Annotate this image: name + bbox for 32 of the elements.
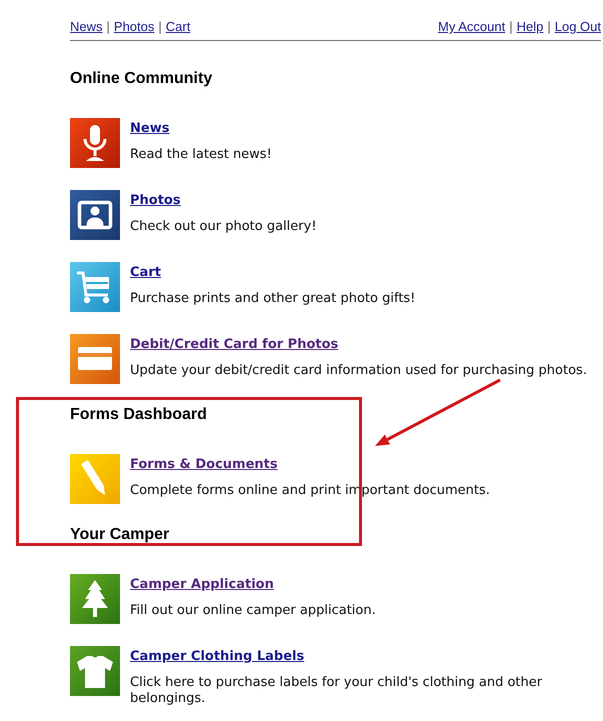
section-heading: Forms Dashboard	[70, 405, 208, 425]
item-title-link[interactable]: Forms & Documents	[130, 457, 278, 473]
microphone-icon[interactable]	[70, 118, 120, 168]
nav-separator: |	[509, 19, 513, 35]
nav-link[interactable]: Photos	[114, 19, 154, 35]
nav-link[interactable]: My Account	[438, 19, 506, 35]
nav-link[interactable]: News	[70, 19, 103, 35]
section-heading: Your Camper	[70, 525, 170, 545]
item-title-link[interactable]: News	[130, 121, 170, 137]
item-title-link[interactable]: Debit/Credit Card for Photos	[130, 337, 338, 353]
nav-separator: |	[158, 19, 162, 35]
item-title-link[interactable]: Camper Application	[130, 577, 274, 593]
item-description: Fill out our online camper application.	[130, 603, 377, 619]
t-shirt-icon[interactable]	[70, 646, 120, 696]
item-description: Read the latest news!	[130, 147, 273, 163]
item-title-link[interactable]: Camper Clothing Labels	[130, 649, 304, 665]
card-icon[interactable]	[70, 334, 120, 384]
item-description: Click here to purchase labels for your child's clothing and other belongings.	[130, 675, 544, 707]
nav-link[interactable]: Help	[516, 19, 544, 35]
pine-tree-icon[interactable]	[70, 574, 120, 624]
nav-link[interactable]: Cart	[166, 19, 190, 35]
nav-separator: |	[547, 19, 551, 35]
item-title-link[interactable]: Photos	[130, 193, 181, 209]
item-title-link[interactable]: Cart	[130, 265, 161, 281]
section-heading: Online Community	[70, 69, 214, 89]
item-description: Update your debit/credit card information used for purchasing photos.	[130, 363, 588, 379]
nav-link[interactable]: Log Out	[554, 19, 601, 35]
nav-separator: |	[106, 19, 110, 35]
item-description: Purchase prints and other great photo gifts!	[130, 291, 416, 307]
cart-icon[interactable]	[70, 262, 120, 312]
item-description: Check out our photo gallery!	[130, 219, 318, 235]
portrait-frame-icon[interactable]	[70, 190, 120, 240]
